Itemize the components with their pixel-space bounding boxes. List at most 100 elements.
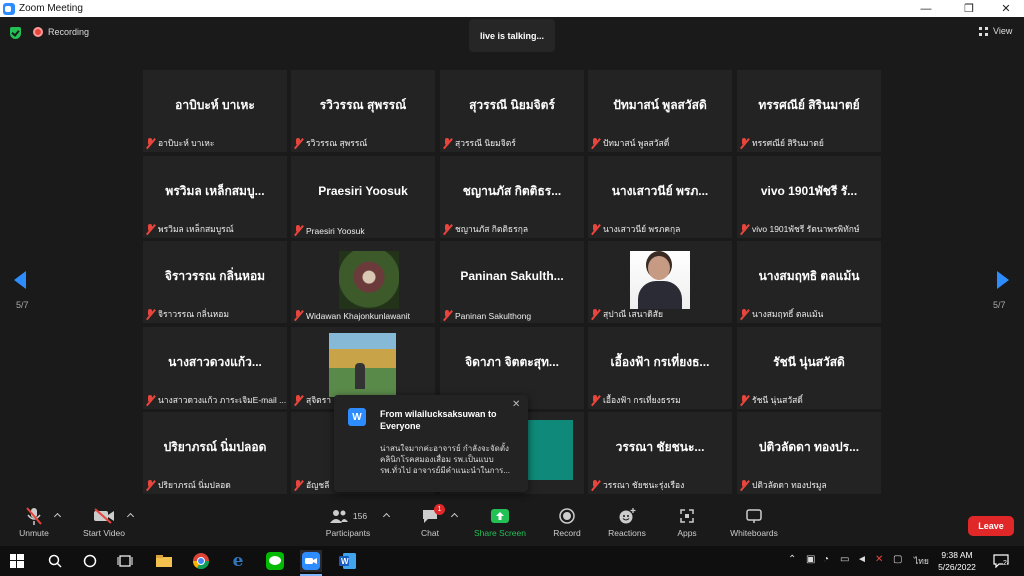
minimize-button[interactable]: — [911,0,941,17]
clock[interactable]: 9:38 AM 5/26/2022 [936,549,978,573]
tray-webcam-icon[interactable]: ▣ [806,554,815,565]
muted-mic-icon [591,308,600,320]
whiteboard-icon [745,504,763,528]
line-app-icon[interactable] [264,550,286,572]
close-button[interactable]: ✕ [991,0,1021,17]
participant-tile[interactable]: นางเสาวนีย์ พรภ... นางเสาวนีย์ พรภคกุล [588,156,732,238]
tray-volume-icon[interactable]: ◄ [857,554,867,565]
participant-display-name: Praesiri Yoosuk [318,184,408,198]
participant-tile[interactable]: เอื้องฟ้า กรเที่ยงธ... เอื้องฟ้า กรเที่ยง… [588,327,732,409]
audio-options-chevron-icon[interactable] [53,512,62,521]
participant-tile[interactable]: จิราวรรณ กลิ่นหอม จิราวรรณ กลิ่นหอม [143,241,287,323]
participant-display-name: นางสาวดวงแก้ว... [168,354,262,369]
participant-display-name: เอื้องฟ้า กรเที่ยงธ... [610,354,710,369]
participant-tile[interactable]: สุวรรณี นิยมจิตร์ สุวรรณี นิยมจิตร์ [440,70,584,152]
participant-tile[interactable]: ปัทมาสน์ พูลสวัสดิ ปัทมาสน์ พูลสวัสดิ์ [588,70,732,152]
participant-tile[interactable]: ทรรศณีย์ สิรินมาตย์ ทรรศณีย์ สิรินมาตย์ [737,70,881,152]
participant-name: สุจิตรา [306,395,332,405]
participant-display-name: vivo 1901พัชรี รั... [760,183,858,198]
meeting-toolbar: Unmute Start Video 156 Participants 1 Ch… [0,504,1024,546]
participant-tile[interactable]: ปติวลัดดา ทองปร... ปติวลัดดา ทองปรมูล [737,412,881,494]
muted-mic-icon [443,223,452,235]
participants-icon-group: 156 [329,504,367,528]
maximize-button[interactable]: ❐ [954,0,984,17]
windows-taskbar: e W ⌃ ▣ ◔ ▭ ◄ ✕ ▢ ไทย 9:38 AM 5/26/2022 … [0,546,1024,576]
edge-icon[interactable]: e [227,550,249,572]
unmute-button[interactable]: Unmute [14,504,54,546]
participant-tile[interactable]: สุปาณี เสนาดิสัย [588,241,732,323]
participant-tile[interactable]: พรวิมล เหล็กสมบู... พรวิมล เหล็กสมบูรณ์ [143,156,287,238]
page-indicator-left: 5/7 [16,300,29,310]
file-explorer-icon[interactable] [153,550,175,572]
muted-mic-icon [443,137,452,149]
tray-network-icon[interactable]: ▭ [840,554,849,565]
participants-label: Participants [325,528,371,538]
page-indicator-right: 5/7 [993,300,1006,310]
participant-tile[interactable]: Paninan Sakulth... Paninan Sakulthong [440,241,584,323]
participant-tile[interactable]: อาบิบะห์ บาเหะ อาบิบะห์ บาเหะ [143,70,287,152]
apps-button[interactable]: Apps [673,504,701,546]
muted-mic-icon [294,310,303,321]
video-options-chevron-icon[interactable] [126,512,135,521]
muted-mic-icon [591,223,600,235]
recording-label: Recording [48,27,90,37]
participants-chevron-icon[interactable] [382,512,391,521]
record-button[interactable]: Record [551,504,583,546]
participant-tile[interactable]: ปริยาภรณ์ นิ่มปลอด ปริยาภรณ์ นิ่มปลอด [143,412,287,494]
chat-badge: 1 [434,504,445,515]
recording-indicator[interactable]: Recording [33,26,89,38]
participant-name-label: สุจิตรา [294,393,331,407]
participant-tile[interactable]: vivo 1901พัชรี รั... vivo 1901พัชรี รัตนา… [737,156,881,238]
participant-tile[interactable]: รวิวรรณ สุพรรณ์ รวิวรรณ สุพรรณ์ [291,70,435,152]
start-video-button[interactable]: Start Video [80,504,128,546]
whiteboards-button[interactable]: Whiteboards [726,504,782,546]
tray-chevron-icon[interactable]: ⌃ [788,554,796,565]
talking-indicator: live is talking... [469,19,555,52]
leave-button[interactable]: Leave [968,516,1014,536]
share-screen-button[interactable]: Share Screen [472,504,528,546]
participant-tile[interactable]: Widawan Khajonkunlawanit [291,241,435,323]
participant-tile[interactable]: ชญานภัส กิตติธร... ชญานภัส กิตติธรกุล [440,156,584,238]
participant-tile[interactable]: รัชนี นุ่นสวัสดิ รัชนี นุ่นสวัสดิ์ [737,327,881,409]
tray-language[interactable]: ไทย [914,554,929,568]
cortana-icon[interactable] [79,550,101,572]
reactions-button[interactable]: Reactions [606,504,648,546]
participant-name: ปริยาภรณ์ นิ่มปลอด [158,480,231,490]
zoom-taskbar-icon[interactable] [300,550,322,576]
next-page-arrow-icon[interactable] [997,271,1009,289]
participant-name-label: Widawan Khajonkunlawanit [294,310,410,321]
notification-center-icon[interactable]: 2 [990,550,1012,572]
previous-page-arrow-icon[interactable] [14,271,26,289]
participant-tile[interactable]: นางสมฤทธิ ตลแม้น นางสมฤทธิ์ ตลแม้น [737,241,881,323]
task-view-icon[interactable] [114,550,136,572]
search-icon[interactable] [44,550,66,572]
participant-name-label: ชญานภัส กิตติธรกุล [443,222,528,236]
participant-name-label: vivo 1901พัชรี รัตนาพรพิทักษ์ [740,222,859,236]
participant-name-label: นางสาวดวงแก้ว ภาระเจิมE-mail ... [146,393,286,407]
participant-tile[interactable]: Praesiri Yoosuk Praesiri Yoosuk [291,156,435,238]
chat-notification-popup[interactable]: W From wilailucksaksuwan to Everyone น่า… [334,395,528,492]
participant-display-name: พรวิมล เหล็กสมบู... [165,183,265,198]
chat-button[interactable]: 1 Chat [416,504,445,546]
participants-button[interactable]: 156 Participants [322,504,374,546]
windows-start-icon[interactable] [6,550,28,572]
participant-name: Paninan Sakulthong [455,310,532,321]
participant-name-label: สุปาณี เสนาดิสัย [591,307,663,321]
participant-display-name: สุวรรณี นิยมจิตร์ [469,97,555,112]
participant-display-name [291,241,435,311]
chrome-icon[interactable] [190,550,212,572]
muted-mic-icon [294,137,303,149]
tray-wifi-icon[interactable]: ◔ [823,554,829,565]
tray-chat-icon[interactable]: ▢ [893,554,902,565]
participant-tile[interactable]: วรรณา ชัยชนะ... วรรณา ชัยชนะรุ่งเรือง [588,412,732,494]
close-popup-icon[interactable]: ✕ [512,399,520,410]
tray-mic-muted-icon[interactable]: ✕ [875,554,883,565]
view-button[interactable]: View [979,26,1012,36]
word-icon[interactable]: W [337,550,359,572]
recording-dot-icon [33,27,43,37]
reactions-smiley-icon [618,504,636,528]
security-shield-icon[interactable] [10,27,21,39]
chat-chevron-icon[interactable] [450,512,459,521]
participant-name: รัชนี นุ่นสวัสดิ์ [752,395,803,405]
participant-tile[interactable]: นางสาวดวงแก้ว... นางสาวดวงแก้ว ภาระเจิมE-… [143,327,287,409]
